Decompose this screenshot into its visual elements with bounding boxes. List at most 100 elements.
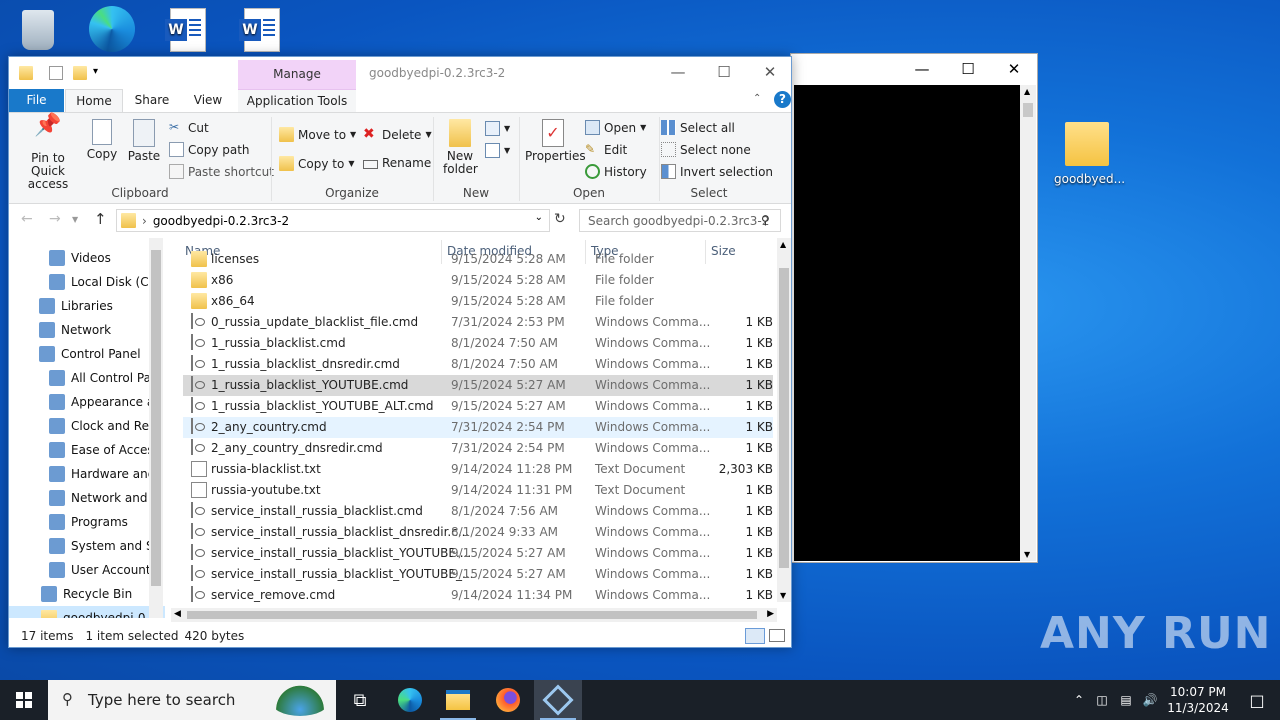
breadcrumb[interactable]: goodbyedpi-0.2.3rc3-2 [153, 214, 289, 228]
invert-selection-button[interactable]: Invert selection [661, 164, 773, 179]
customize-quick-access-icon[interactable]: ▾ [93, 66, 107, 80]
file-row[interactable]: x86_64 9/15/2024 5:28 AM File folder [183, 291, 773, 312]
file-row[interactable]: 1_russia_blacklist_YOUTUBE.cmd 9/15/2024 … [183, 375, 773, 396]
console-screen[interactable] [794, 85, 1020, 561]
scroll-thumb[interactable] [151, 250, 161, 586]
start-button[interactable] [0, 680, 48, 720]
file-row[interactable]: service_remove.cmd 9/14/2024 11:34 PM Wind… [183, 585, 773, 606]
scroll-right-icon[interactable]: ▶ [767, 609, 774, 619]
nav-item[interactable]: Videos [49, 246, 111, 270]
file-row[interactable]: 1_russia_blacklist.cmd 8/1/2024 7:50 AM Wi… [183, 333, 773, 354]
help-icon[interactable]: ? [774, 91, 791, 108]
maximize-icon[interactable]: ☐ [945, 54, 991, 84]
network-icon[interactable]: ▤ [1114, 693, 1138, 707]
close-icon[interactable]: ✕ [991, 54, 1037, 84]
file-row[interactable]: 1_russia_blacklist_dnsredir.cmd 8/1/2024 … [183, 354, 773, 375]
edge-taskbar-button[interactable] [386, 680, 434, 720]
manage-contextual-tab[interactable]: Manage [238, 60, 356, 89]
nav-item[interactable]: Network [39, 318, 111, 342]
scroll-thumb[interactable] [779, 268, 789, 568]
nav-item[interactable]: Clock and Regi [49, 414, 160, 438]
word-desktop-icon-1[interactable] [158, 8, 218, 52]
easy-access-button[interactable]: ▼ [485, 143, 510, 158]
tab-file[interactable]: File [9, 89, 64, 112]
cut-button[interactable]: ✂ Cut [169, 120, 209, 135]
scroll-left-icon[interactable]: ◀ [174, 609, 181, 619]
tab-application-tools[interactable]: Application Tools [238, 89, 356, 112]
folder-desktop-icon[interactable]: goodbyed... [1054, 118, 1125, 186]
nav-item[interactable]: All Control Par [49, 366, 156, 390]
file-row[interactable]: 0_russia_update_blacklist_file.cmd 7/31/2… [183, 312, 773, 333]
tab-view[interactable]: View [183, 89, 233, 112]
scroll-thumb[interactable] [187, 611, 757, 619]
nav-item[interactable]: Ease of Access [49, 438, 160, 462]
file-row[interactable]: russia-youtube.txt 9/14/2024 11:31 PM Text… [183, 480, 773, 501]
nav-item[interactable]: Hardware and [49, 462, 155, 486]
close-icon[interactable]: ✕ [747, 57, 793, 87]
volume-icon[interactable]: 🔊 [1138, 693, 1162, 707]
nav-item[interactable]: Local Disk (C:) [49, 270, 157, 294]
history-button[interactable]: History [585, 164, 647, 179]
nav-item[interactable]: goodbyedpi-0.2. [9, 606, 165, 618]
nav-item[interactable]: Libraries [39, 294, 113, 318]
scroll-thumb[interactable] [1023, 103, 1033, 117]
file-row[interactable]: x86 9/15/2024 5:28 AM File folder [183, 270, 773, 291]
chevron-down-icon[interactable]: ⌄ [535, 212, 543, 223]
refresh-icon[interactable]: ↻ [554, 211, 566, 227]
horizontal-scrollbar[interactable]: ◀ ▶ [171, 608, 777, 622]
collapse-ribbon-icon[interactable]: ⌃ [753, 93, 761, 104]
tab-home[interactable]: Home [65, 89, 123, 112]
nav-item[interactable]: Network and Ir [49, 486, 160, 510]
file-row[interactable]: service_install_russia_blacklist_YOUTUBE… [183, 564, 773, 585]
file-explorer-window[interactable]: ▾ Manage goodbyedpi-0.2.3rc3-2 — ☐ ✕ Fil… [8, 56, 792, 648]
minimize-icon[interactable]: — [655, 57, 701, 87]
nav-item[interactable]: Control Panel [39, 342, 141, 366]
file-list[interactable]: Name ⌃ Date modified Type Size licenses9… [179, 238, 779, 610]
move-to-button[interactable]: Move to ▼ [279, 127, 356, 142]
breadcrumb-chevron-icon[interactable]: › [142, 214, 147, 228]
paste-button[interactable]: Paste [127, 119, 161, 163]
file-row[interactable]: service_install_russia_blacklist.cmd 8/1/… [183, 501, 773, 522]
show-hidden-icons-icon[interactable]: ⌃ [1068, 693, 1090, 707]
scroll-up-icon[interactable]: ▲ [780, 240, 786, 249]
scroll-up-icon[interactable]: ▲ [1024, 87, 1030, 96]
paste-shortcut-button[interactable]: Paste shortcut [169, 164, 274, 179]
file-row[interactable]: 1_russia_blacklist_YOUTUBE_ALT.cmd 9/15/2… [183, 396, 773, 417]
navigation-pane[interactable]: Videos Local Disk (C:) Libraries Network Con… [9, 238, 165, 618]
nav-item[interactable]: Programs [49, 510, 128, 534]
scroll-down-icon[interactable]: ▼ [1024, 550, 1030, 559]
file-row[interactable]: service_install_russia_blacklist_dnsredi… [183, 522, 773, 543]
maximize-icon[interactable]: ☐ [701, 57, 747, 87]
properties-quick-icon[interactable] [49, 66, 63, 80]
up-arrow-icon[interactable]: ↑ [94, 210, 107, 228]
notifications-icon[interactable]: □ [1234, 691, 1280, 710]
delete-button[interactable]: ✖ Delete ▼ [363, 127, 432, 142]
file-list-scrollbar[interactable]: ▲ ▼ [777, 238, 791, 602]
nav-item[interactable]: System and Se [49, 534, 161, 558]
navigation-scrollbar[interactable] [149, 238, 163, 618]
file-explorer-taskbar-button[interactable] [434, 680, 482, 720]
properties-button[interactable]: ✓ Properties [525, 119, 586, 163]
edit-button[interactable]: ✎ Edit [585, 142, 627, 157]
firefox-taskbar-button[interactable] [484, 680, 532, 720]
copy-path-button[interactable]: Copy path [169, 142, 250, 157]
back-arrow-icon[interactable]: ← [21, 211, 33, 227]
file-row[interactable]: licenses 9/15/2024 5:28 AM File folder [183, 249, 773, 270]
nav-item[interactable]: Appearance an [49, 390, 162, 414]
console-window[interactable]: — ☐ ✕ ▲ ▼ [790, 53, 1038, 563]
file-row[interactable]: service_install_russia_blacklist_YOUTUBE… [183, 543, 773, 564]
recycle-bin-desktop-icon[interactable] [8, 8, 68, 50]
address-bar[interactable]: › goodbyedpi-0.2.3rc3-2 ⌄ [116, 209, 550, 232]
file-row[interactable]: russia-blacklist.txt 9/14/2024 11:28 PM Te… [183, 459, 773, 480]
pin-to-quick-access-button[interactable]: 📌 Pin to Quick access [15, 115, 81, 191]
goodbyedpi-taskbar-button[interactable] [534, 680, 582, 720]
console-scrollbar[interactable]: ▲ ▼ [1020, 85, 1036, 561]
edge-desktop-icon[interactable] [82, 6, 142, 52]
new-folder-button[interactable]: New folder [441, 119, 479, 176]
open-button[interactable]: Open ▼ [585, 120, 646, 135]
new-item-button[interactable]: ▼ [485, 121, 510, 136]
new-folder-quick-icon[interactable] [73, 66, 87, 80]
select-all-button[interactable]: Select all [661, 120, 735, 135]
minimize-icon[interactable]: — [899, 54, 945, 84]
copy-to-button[interactable]: Copy to ▼ [279, 156, 354, 171]
